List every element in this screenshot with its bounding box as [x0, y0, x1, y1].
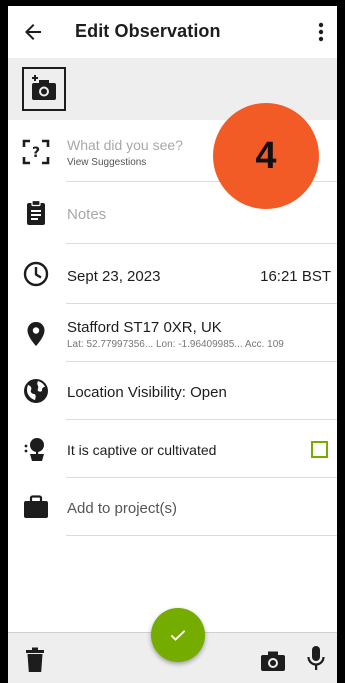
app-header: Edit Observation [8, 6, 337, 58]
captive-row[interactable]: It is captive or cultivated [8, 420, 337, 478]
time-value: 16:21 BST [260, 268, 331, 285]
app-screen: Edit Observation ? What did you see? Vie… [8, 6, 337, 683]
identify-scan-icon: ? [22, 139, 50, 165]
location-name: Stafford ST17 0XR, UK [67, 319, 222, 336]
add-photo-camera-icon [32, 75, 56, 100]
clipboard-icon [27, 199, 45, 225]
projects-row[interactable]: Add to project(s) [8, 478, 337, 536]
potted-plant-icon [24, 438, 44, 461]
divider [66, 535, 337, 536]
view-suggestions-link[interactable]: View Suggestions [67, 157, 146, 168]
svg-text:?: ? [32, 145, 40, 161]
save-button[interactable] [151, 608, 205, 662]
captive-label: It is captive or cultivated [67, 442, 217, 458]
camera-icon[interactable] [260, 650, 286, 672]
trash-icon[interactable] [24, 647, 46, 673]
arrow-back-icon[interactable] [21, 20, 45, 44]
location-coords: Lat: 52.77997356... Lon: -1.96409985... … [67, 339, 284, 350]
checkmark-icon [170, 630, 186, 641]
visibility-label: Location Visibility: Open [67, 384, 227, 401]
location-row[interactable]: Stafford ST17 0XR, UK Lat: 52.77997356..… [8, 304, 337, 362]
projects-field[interactable]: Add to project(s) [67, 500, 177, 517]
add-photo-button[interactable] [22, 67, 66, 111]
page-title: Edit Observation [75, 21, 221, 41]
notes-field[interactable]: Notes [67, 206, 106, 223]
step-badge: 4 [213, 103, 319, 209]
clock-icon [23, 261, 49, 287]
date-value: Sept 23, 2023 [67, 268, 161, 285]
more-vertical-icon[interactable] [314, 19, 328, 45]
date-row[interactable]: Sept 23, 2023 16:21 BST [8, 244, 337, 304]
step-badge-label: 4 [255, 134, 277, 177]
briefcase-icon [24, 495, 48, 518]
globe-icon [24, 379, 48, 403]
location-pin-icon [27, 322, 45, 346]
captive-checkbox[interactable] [311, 441, 328, 458]
microphone-icon[interactable] [306, 645, 326, 673]
identification-placeholder: What did you see? [67, 137, 183, 153]
visibility-row[interactable]: Location Visibility: Open [8, 362, 337, 420]
